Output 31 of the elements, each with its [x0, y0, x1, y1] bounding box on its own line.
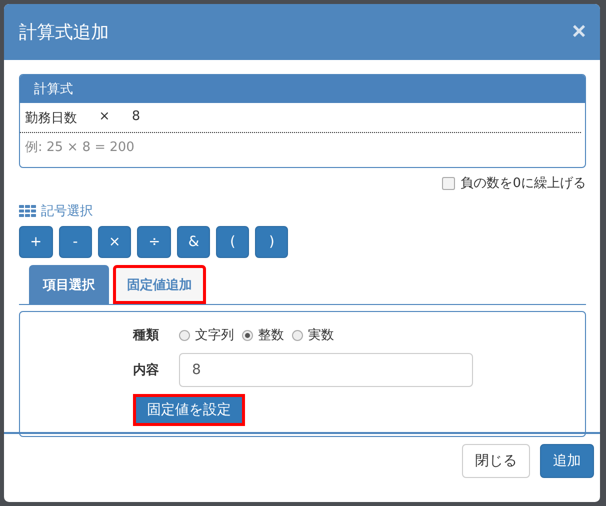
radio-button[interactable]: [179, 330, 190, 340]
set-value-button[interactable]: 固定値を設定: [133, 394, 245, 426]
radio-button[interactable]: [292, 330, 303, 340]
symbol-button[interactable]: ): [255, 226, 288, 258]
formula-token: 勤務日数: [25, 110, 77, 127]
symbol-button[interactable]: -: [58, 226, 92, 258]
dialog-title: 計算式追加: [19, 21, 109, 44]
close-button[interactable]: 閉じる: [462, 444, 530, 478]
symbol-button[interactable]: +: [19, 226, 53, 258]
radio-label: 整数: [258, 327, 284, 344]
example-text: 例: 25 × 8 = 200: [24, 139, 136, 157]
formula-token: ×: [99, 109, 110, 126]
input-field[interactable]: 8: [179, 353, 473, 387]
symbol-button[interactable]: &: [177, 226, 210, 258]
formula-token: 8: [132, 109, 140, 126]
section-label: 記号選択: [41, 203, 93, 220]
field-label: 内容: [133, 362, 160, 379]
tab[interactable]: 項目選択: [29, 265, 109, 304]
panel-title: 計算式: [20, 75, 585, 103]
radio-label: 実数: [308, 327, 334, 344]
checkbox[interactable]: [442, 176, 455, 190]
checkbox-label: 負の数を0に繰上げる: [460, 175, 586, 192]
add-button[interactable]: 追加: [540, 444, 594, 478]
radio-button[interactable]: [242, 330, 253, 340]
field-label: 種類: [133, 327, 160, 344]
grid-icon: [19, 205, 36, 217]
tab[interactable]: 固定値追加: [113, 265, 206, 304]
symbol-button[interactable]: ×: [98, 226, 132, 258]
symbol-button[interactable]: (: [216, 226, 250, 258]
symbol-button[interactable]: ÷: [137, 226, 172, 258]
radio-label: 文字列: [195, 327, 234, 344]
